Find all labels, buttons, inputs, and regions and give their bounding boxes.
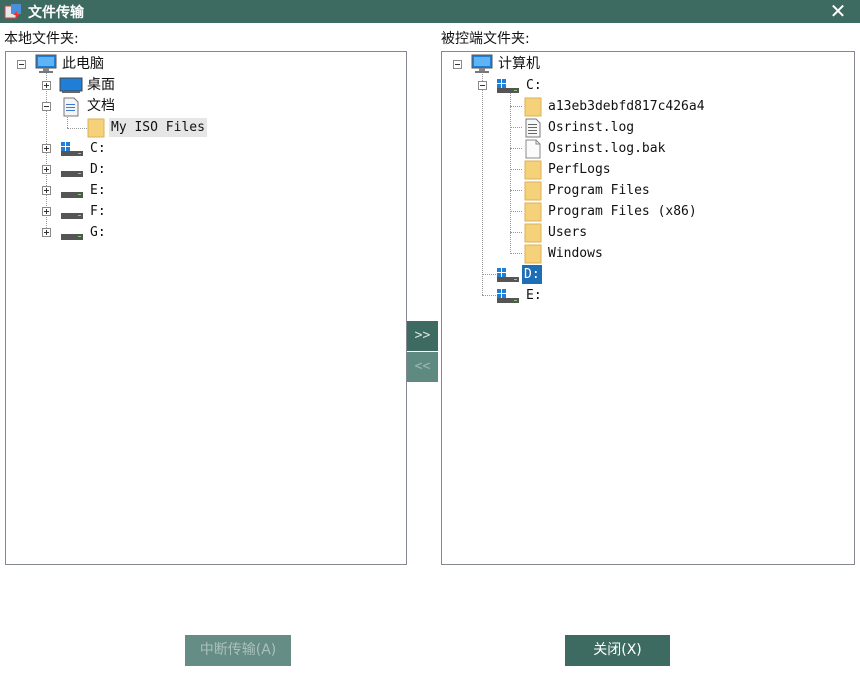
- tree-node-label: C:: [526, 78, 542, 93]
- remote-folder-tree[interactable]: 计算机 C: a13eb3debfd817c426a4 Osrinst.log …: [441, 51, 855, 565]
- expand-toggle[interactable]: [42, 207, 51, 216]
- tree-node-label: 文档: [87, 98, 115, 114]
- tree-node-label: E:: [90, 183, 106, 198]
- collapse-toggle[interactable]: [17, 60, 26, 69]
- tree-node-folder[interactable]: Program Files (x86): [442, 201, 842, 222]
- tree-node-folder[interactable]: Users: [442, 222, 842, 243]
- tree-node-label: Program Files: [548, 183, 650, 198]
- transfer-to-local-button[interactable]: <<: [407, 352, 438, 382]
- folder-icon: [524, 160, 542, 180]
- tree-node-label: 桌面: [87, 77, 115, 93]
- tree-node-label: E:: [526, 288, 542, 303]
- tree-node-label: 此电脑: [62, 56, 104, 72]
- drive-icon: [61, 213, 83, 219]
- tree-node-my-iso-files[interactable]: My ISO Files: [6, 117, 306, 138]
- expand-toggle[interactable]: [42, 81, 51, 90]
- close-button[interactable]: 关闭(X): [565, 635, 670, 666]
- folder-icon: [524, 202, 542, 222]
- tree-node-folder[interactable]: Windows: [442, 243, 842, 264]
- tree-node-file[interactable]: Osrinst.log.bak: [442, 138, 842, 159]
- collapse-toggle[interactable]: [42, 102, 51, 111]
- drive-icon: [61, 171, 83, 177]
- collapse-toggle[interactable]: [453, 60, 462, 69]
- tree-node-this-pc[interactable]: 此电脑: [6, 54, 306, 75]
- expand-toggle[interactable]: [42, 186, 51, 195]
- tree-node-drive-e[interactable]: E:: [6, 180, 306, 201]
- folder-icon: [524, 181, 542, 201]
- tree-node-remote-drive-e[interactable]: E:: [442, 285, 842, 306]
- tree-node-label: PerfLogs: [548, 162, 611, 177]
- tree-node-label: Osrinst.log.bak: [548, 141, 666, 156]
- tree-node-desktop[interactable]: 桌面: [6, 75, 306, 96]
- expand-toggle[interactable]: [42, 228, 51, 237]
- tree-node-label: D:: [90, 162, 106, 177]
- remote-folder-label: 被控端文件夹:: [441, 31, 530, 47]
- folder-icon: [524, 244, 542, 264]
- window-title: 文件传输: [28, 4, 84, 21]
- transfer-to-remote-button[interactable]: >>: [407, 321, 438, 351]
- tree-node-label-selected: D:: [521, 264, 543, 285]
- folder-icon: [87, 118, 105, 138]
- tree-node-file[interactable]: Osrinst.log: [442, 117, 842, 138]
- tree-node-label: C:: [90, 141, 106, 156]
- system-drive-icon: [497, 268, 519, 282]
- computer-icon: [471, 54, 493, 73]
- folder-icon: [524, 97, 542, 117]
- desktop-icon: [59, 77, 83, 93]
- tree-node-label: 计算机: [498, 56, 540, 72]
- tree-node-remote-drive-d[interactable]: D:: [442, 264, 842, 285]
- text-file-icon: [525, 118, 541, 138]
- title-bar: 文件传输 ✕: [0, 0, 860, 23]
- stop-transfer-button[interactable]: 中断传输(A): [185, 635, 291, 666]
- tree-node-drive-f[interactable]: F:: [6, 201, 306, 222]
- system-drive-icon: [497, 79, 519, 93]
- local-folder-tree[interactable]: 此电脑 桌面 文档 My ISO Files C: D: E: F: G:: [5, 51, 407, 565]
- computer-icon: [35, 54, 57, 73]
- expand-toggle[interactable]: [42, 144, 51, 153]
- local-folder-label: 本地文件夹:: [4, 31, 79, 47]
- tree-node-folder[interactable]: a13eb3debfd817c426a4: [442, 96, 842, 117]
- folder-icon: [524, 223, 542, 243]
- documents-icon: [63, 97, 79, 117]
- tree-node-label: Program Files (x86): [548, 204, 697, 219]
- drive-icon: [61, 234, 83, 240]
- file-icon: [525, 139, 541, 159]
- tree-node-drive-c[interactable]: C:: [6, 138, 306, 159]
- system-drive-icon: [497, 289, 519, 303]
- tree-node-documents[interactable]: 文档: [6, 96, 306, 117]
- tree-node-folder[interactable]: Program Files: [442, 180, 842, 201]
- collapse-toggle[interactable]: [478, 81, 487, 90]
- tree-node-drive-g[interactable]: G:: [6, 222, 306, 243]
- tree-node-label: G:: [90, 225, 106, 240]
- drive-icon: [61, 192, 83, 198]
- tree-node-label: a13eb3debfd817c426a4: [548, 99, 705, 114]
- close-icon[interactable]: ✕: [828, 1, 848, 21]
- app-icon: [4, 3, 22, 21]
- tree-node-folder[interactable]: PerfLogs: [442, 159, 842, 180]
- tree-node-label: Users: [548, 225, 588, 240]
- tree-node-label: Windows: [548, 246, 603, 261]
- tree-node-label: F:: [90, 204, 106, 219]
- tree-node-remote-drive-c[interactable]: C:: [442, 75, 842, 96]
- tree-node-label: My ISO Files: [109, 118, 207, 137]
- system-drive-icon: [61, 142, 83, 156]
- tree-node-drive-d[interactable]: D:: [6, 159, 306, 180]
- tree-node-label: Osrinst.log: [548, 120, 635, 135]
- expand-toggle[interactable]: [42, 165, 51, 174]
- tree-node-computer[interactable]: 计算机: [442, 54, 842, 75]
